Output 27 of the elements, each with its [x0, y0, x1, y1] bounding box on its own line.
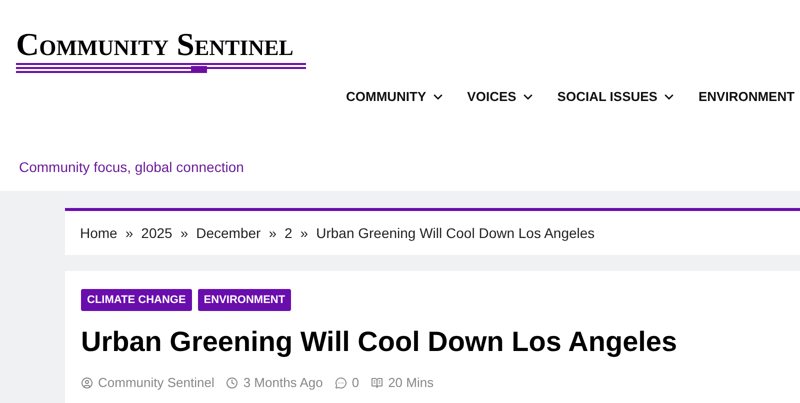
meta-text: 0 — [352, 374, 360, 392]
comment-icon — [334, 376, 347, 389]
logo[interactable]: Community Sentinel — [16, 26, 306, 74]
breadcrumb-link[interactable]: 2025 — [141, 222, 172, 244]
user-icon — [81, 376, 93, 389]
meta-text: 3 Months Ago — [243, 374, 323, 392]
category-tag[interactable]: ENVIRONMENT — [198, 289, 292, 311]
breadcrumb-separator: » — [180, 224, 188, 242]
nav-link[interactable]: SOCIAL ISSUES — [557, 87, 676, 106]
book-icon — [371, 376, 384, 389]
nav-link[interactable]: COMMUNITY — [346, 87, 446, 106]
breadcrumb-link[interactable]: December — [196, 222, 261, 244]
breadcrumb-link[interactable]: Urban Greening Will Cool Down Los Angeles — [316, 222, 595, 244]
breadcrumb-separator: » — [125, 224, 134, 242]
category-tag[interactable]: CLIMATE CHANGE — [81, 289, 192, 311]
clock-icon — [226, 376, 238, 389]
nav-link[interactable]: ENVIRONMENT — [698, 87, 795, 106]
article-title: Urban Greening Will Cool Down Los Angeles — [81, 325, 678, 359]
nav-link[interactable]: VOICES — [467, 87, 536, 106]
tagline: Community focus, global connection — [19, 158, 244, 177]
breadcrumb-link[interactable]: Home — [80, 222, 118, 244]
meta-text: Community Sentinel — [98, 374, 214, 392]
breadcrumb-separator: » — [268, 224, 276, 242]
logo-text: Community Sentinel — [16, 26, 294, 62]
breadcrumb-link[interactable]: 2 — [284, 222, 292, 244]
meta-text: 20 Mins — [388, 374, 434, 392]
breadcrumb-separator: » — [300, 224, 308, 242]
